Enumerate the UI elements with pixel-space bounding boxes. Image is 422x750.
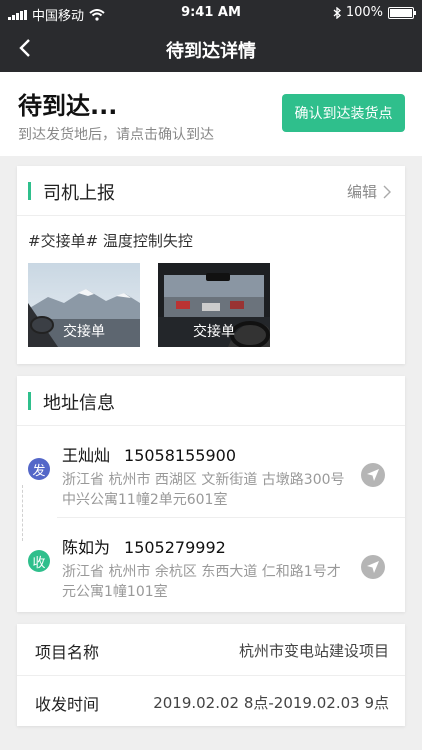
receiver-row: 收 陈如为 1505279992 浙江省 杭州市 余杭区 东西大道 仁和路1号才元… <box>17 520 405 610</box>
receiver-address: 浙江省 杭州市 余杭区 东西大道 仁和路1号才元公寓1幢101室 <box>62 564 341 600</box>
info-row-project: 项目名称 杭州市变电站建设项目 <box>17 624 405 675</box>
info-key: 项目名称 <box>35 643 100 662</box>
driver-report-title: 司机上报 <box>43 183 115 204</box>
address-card: 地址信息 发 王灿灿 15058155900 浙江省 杭州市 西湖区 文新街道 古… <box>17 376 405 612</box>
arrival-hint: 到达发货地后，请点击确认到达 <box>18 127 214 143</box>
bluetooth-icon <box>333 6 341 19</box>
navigate-icon[interactable] <box>361 463 385 487</box>
sender-name: 王灿灿 <box>62 446 111 465</box>
info-value: 2019.02.02 8点-2019.02.03 9点 <box>153 694 389 712</box>
back-arrow-icon[interactable] <box>14 36 38 60</box>
report-photo[interactable]: 交接单 <box>158 263 270 347</box>
driver-report-header: 司机上报 编辑 <box>17 166 405 216</box>
receiver-badge: 收 <box>28 550 50 572</box>
address-title: 地址信息 <box>43 393 115 414</box>
address-divider <box>57 517 405 518</box>
sender-address: 浙江省 杭州市 西湖区 文新街道 古墩路300号中兴公寓11幢2单元601室 <box>62 472 345 508</box>
order-info-card: 项目名称 杭州市变电站建设项目 收发时间 2019.02.02 8点-2019.… <box>17 624 405 726</box>
receiver-phone[interactable]: 1505279992 <box>124 538 226 557</box>
address-header: 地址信息 <box>17 376 405 426</box>
page-title: 待到达... <box>18 92 118 120</box>
arrival-header: 待到达... 到达发货地后，请点击确认到达 确认到达装货点 <box>0 72 422 156</box>
info-value: 杭州市变电站建设项目 <box>238 642 389 660</box>
confirm-arrival-button[interactable]: 确认到达装货点 <box>282 94 405 132</box>
photo-caption: 交接单 <box>63 324 105 340</box>
nav-title: 待到达详情 <box>166 41 256 62</box>
navigate-icon[interactable] <box>361 555 385 579</box>
battery-label: 100% <box>345 5 383 20</box>
sender-badge: 发 <box>28 458 50 480</box>
sender-phone[interactable]: 15058155900 <box>124 446 236 465</box>
status-bar: 中国移动 9:41 AM 100% <box>0 0 422 26</box>
edit-label: 编辑 <box>346 183 377 201</box>
top-bar: 中国移动 9:41 AM 100% 待到达详情 <box>0 0 422 72</box>
chevron-right-icon <box>383 185 391 198</box>
report-tags: #交接单# 温度控制失控 <box>28 232 193 250</box>
sender-row: 发 王灿灿 15058155900 浙江省 杭州市 西湖区 文新街道 古墩路300… <box>17 428 405 518</box>
receiver-name: 陈如为 <box>62 538 111 557</box>
info-row-time: 收发时间 2019.02.02 8点-2019.02.03 9点 <box>17 676 405 727</box>
section-accent-bar <box>28 182 31 200</box>
battery-icon <box>388 6 416 19</box>
section-accent-bar <box>28 392 31 410</box>
route-dash-line <box>22 485 23 541</box>
edit-button[interactable]: 编辑 <box>347 181 391 202</box>
info-key: 收发时间 <box>35 695 100 714</box>
driver-report-card: 司机上报 编辑 #交接单# 温度控制失控 交接单 交接单 <box>17 166 405 364</box>
report-photo[interactable]: 交接单 <box>28 263 140 347</box>
nav-bar: 待到达详情 <box>0 26 422 72</box>
photo-caption: 交接单 <box>193 324 235 340</box>
